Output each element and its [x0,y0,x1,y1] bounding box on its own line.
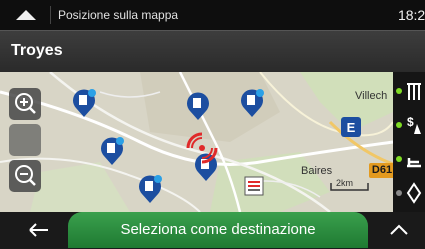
rail-station-icon[interactable] [244,176,264,198]
price-icon: $ [407,115,421,134]
zoom-in-icon [15,93,36,114]
back-button[interactable] [10,216,68,244]
lane-guidance-button[interactable] [393,74,425,108]
status-title: Posizione sulla mappa [58,8,179,22]
status-dot [396,122,402,128]
map-label-villech: Villech [355,90,388,102]
lane-guidance-icon [407,83,421,100]
fuel-station-icon[interactable] [98,136,126,166]
price-button[interactable]: $ [393,108,425,142]
road-number-badge: D61 [369,163,395,178]
clock: 18:20 [397,7,425,23]
expand-button[interactable] [384,218,414,242]
right-toolbar: $ [393,72,425,212]
city-name: Troyes [11,42,63,59]
map-scale: 2km [330,178,370,198]
map-mode-button[interactable] [9,124,41,156]
chevron-up-icon [390,224,408,235]
fuel-station-icon[interactable] [136,174,164,204]
terrain-button[interactable] [393,142,425,176]
terrain-icon [407,158,421,168]
select-destination-button[interactable]: Seleziona come destinazione [68,212,368,248]
arrow-left-icon [29,223,48,237]
divider [50,6,51,24]
zoom-out-icon [15,165,36,186]
scale-label: 2km [336,178,354,188]
back-arrow-icon[interactable] [12,7,40,23]
fuel-station-icon[interactable] [238,88,266,118]
bottom-bar: Seleziona come destinazione [0,212,425,248]
fuel-station-icon[interactable] [184,91,212,121]
map-label-baires: Baires [301,165,333,177]
status-dot [396,190,402,196]
svg-text:$: $ [407,115,414,129]
zoom-in-button[interactable] [9,88,41,120]
zoom-out-button[interactable] [9,160,41,192]
svg-text:E: E [347,120,356,135]
status-dot [396,156,402,162]
fuel-station-icon[interactable] [70,88,98,118]
cursor-target-icon[interactable] [184,130,220,166]
supermarket-icon[interactable]: E [340,116,362,140]
compass-button[interactable] [393,176,425,210]
compass-icon [406,182,422,204]
status-dot [396,88,402,94]
status-bar: Posizione sulla mappa 18:20 [0,0,425,30]
location-header: Troyes [0,30,425,73]
